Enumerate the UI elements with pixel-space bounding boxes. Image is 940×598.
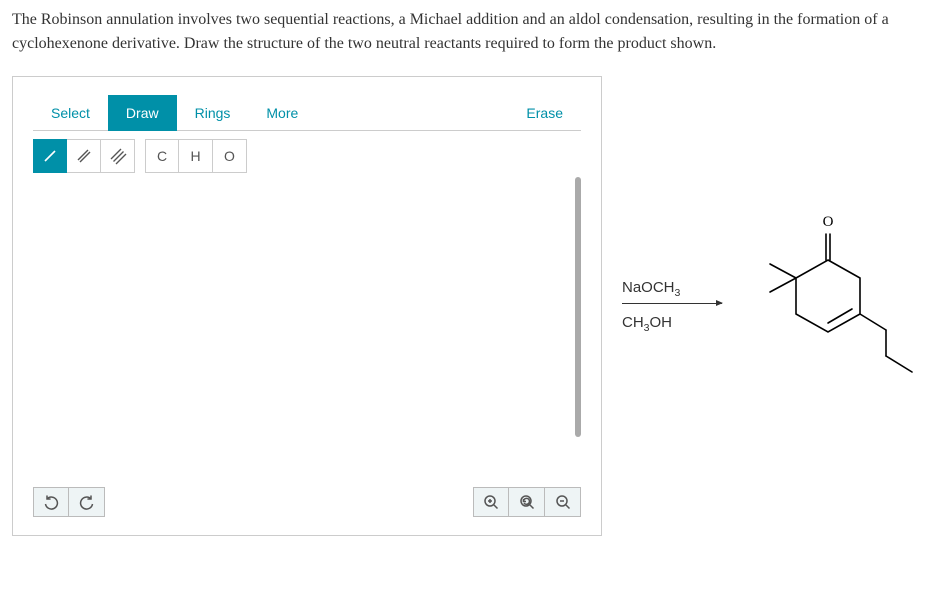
zoom-reset-button[interactable] bbox=[509, 487, 545, 517]
reaction-arrow-icon bbox=[622, 303, 722, 304]
zoom-out-button[interactable] bbox=[545, 487, 581, 517]
double-bond-tool[interactable] bbox=[67, 139, 101, 173]
oxygen-tool[interactable]: O bbox=[213, 139, 247, 173]
bond-tools bbox=[33, 139, 135, 173]
reaction-area: NaOCH3 CH3OH O bbox=[622, 206, 928, 406]
content-area: Select Draw Rings More Erase C H bbox=[12, 76, 928, 536]
tab-draw[interactable]: Draw bbox=[108, 95, 177, 131]
redo-button[interactable] bbox=[69, 487, 105, 517]
drawing-canvas[interactable] bbox=[33, 177, 581, 480]
history-buttons bbox=[33, 487, 105, 517]
zoom-in-button[interactable] bbox=[473, 487, 509, 517]
tab-rings[interactable]: Rings bbox=[177, 95, 249, 131]
triple-bond-tool[interactable] bbox=[101, 139, 135, 173]
atom-tools: C H O bbox=[145, 139, 247, 173]
tab-select[interactable]: Select bbox=[33, 95, 108, 131]
zoom-buttons bbox=[473, 487, 581, 517]
reagent-block: NaOCH3 CH3OH bbox=[622, 279, 722, 334]
tab-erase[interactable]: Erase bbox=[508, 95, 581, 131]
tab-row: Select Draw Rings More Erase bbox=[33, 95, 581, 131]
reagent-top: NaOCH3 bbox=[622, 279, 722, 299]
question-text: The Robinson annulation involves two seq… bbox=[12, 8, 928, 56]
drawing-widget: Select Draw Rings More Erase C H bbox=[12, 76, 602, 536]
product-structure: O bbox=[738, 206, 918, 406]
tool-row: C H O bbox=[33, 131, 581, 173]
undo-button[interactable] bbox=[33, 487, 69, 517]
carbon-tool[interactable]: C bbox=[145, 139, 179, 173]
oxygen-label: O bbox=[823, 214, 834, 230]
tab-more[interactable]: More bbox=[248, 95, 316, 131]
canvas-scrollbar[interactable] bbox=[575, 177, 581, 437]
reagent-bottom: CH3OH bbox=[622, 314, 722, 334]
bottom-toolbar bbox=[33, 487, 581, 517]
hydrogen-tool[interactable]: H bbox=[179, 139, 213, 173]
single-bond-tool[interactable] bbox=[33, 139, 67, 173]
